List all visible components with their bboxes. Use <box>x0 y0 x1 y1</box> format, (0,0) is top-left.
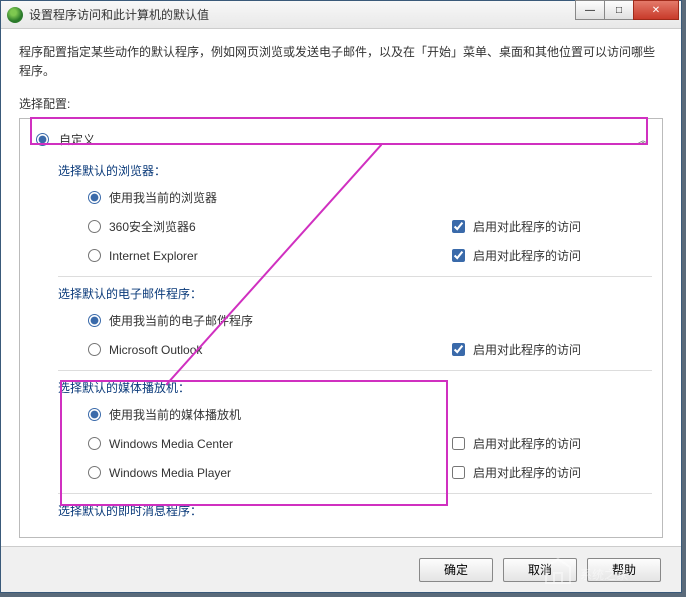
media-opt2-access-checkbox[interactable] <box>452 466 465 479</box>
browser-current-label: 使用我当前的浏览器 <box>109 189 217 206</box>
browser-current-radio[interactable] <box>88 191 101 204</box>
media-current-label: 使用我当前的媒体播放机 <box>109 406 241 423</box>
browser-opt2-label: Internet Explorer <box>109 249 198 263</box>
config-list[interactable]: 自定义 ︽ 选择默认的浏览器： 使用我当前的浏览器 360安全浏览器6 启用对此… <box>19 118 663 538</box>
media-opt1-row: Windows Media Center 启用对此程序的访问 <box>32 429 652 458</box>
browser-current-row: 使用我当前的浏览器 <box>32 183 652 212</box>
media-opt1-radio[interactable] <box>88 437 101 450</box>
media-opt1-access-label: 启用对此程序的访问 <box>473 435 581 452</box>
browser-opt1-row: 360安全浏览器6 启用对此程序的访问 <box>32 212 652 241</box>
media-opt2-row: Windows Media Player 启用对此程序的访问 <box>32 458 652 487</box>
browser-opt2-access-label: 启用对此程序的访问 <box>473 247 581 264</box>
description-text: 程序配置指定某些动作的默认程序，例如网页浏览或发送电子邮件，以及在「开始」菜单、… <box>19 43 663 81</box>
browser-opt1-access-label: 启用对此程序的访问 <box>473 218 581 235</box>
browser-opt2-radio[interactable] <box>88 249 101 262</box>
email-current-label: 使用我当前的电子邮件程序 <box>109 312 253 329</box>
dialog-content: 程序配置指定某些动作的默认程序，例如网页浏览或发送电子邮件，以及在「开始」菜单、… <box>1 29 681 592</box>
email-opt1-radio[interactable] <box>88 343 101 356</box>
media-current-radio[interactable] <box>88 408 101 421</box>
email-opt1-access-checkbox[interactable] <box>452 343 465 356</box>
section-email-title[interactable]: 选择默认的电子邮件程序： <box>32 277 652 306</box>
media-opt1-label: Windows Media Center <box>109 437 233 451</box>
choose-config-label: 选择配置: <box>19 95 663 112</box>
custom-label: 自定义 <box>59 131 95 148</box>
email-current-radio[interactable] <box>88 314 101 327</box>
media-opt2-access-label: 启用对此程序的访问 <box>473 464 581 481</box>
media-current-row: 使用我当前的媒体播放机 <box>32 400 652 429</box>
media-opt1-access-checkbox[interactable] <box>452 437 465 450</box>
email-current-row: 使用我当前的电子邮件程序 <box>32 306 652 335</box>
section-media-title[interactable]: 选择默认的媒体播放机： <box>32 371 652 400</box>
svg-text:系统之家: 系统之家 <box>580 567 628 582</box>
section-browser-title[interactable]: 选择默认的浏览器： <box>32 154 652 183</box>
window-controls: — □ ✕ <box>576 0 679 20</box>
custom-header[interactable]: 自定义 ︽ <box>32 125 652 154</box>
watermark-icon: 系统之家 <box>540 555 680 591</box>
minimize-button[interactable]: — <box>575 0 605 20</box>
email-opt1-row: Microsoft Outlook 启用对此程序的访问 <box>32 335 652 364</box>
ok-button[interactable]: 确定 <box>419 558 493 582</box>
maximize-button[interactable]: □ <box>604 0 634 20</box>
custom-radio[interactable] <box>36 133 49 146</box>
browser-opt1-radio[interactable] <box>88 220 101 233</box>
browser-opt1-access-checkbox[interactable] <box>452 220 465 233</box>
collapse-icon[interactable]: ︽ <box>638 132 648 147</box>
email-opt1-label: Microsoft Outlook <box>109 343 202 357</box>
browser-opt1-label: 360安全浏览器6 <box>109 218 196 235</box>
titlebar: 设置程序访问和此计算机的默认值 — □ ✕ <box>1 1 681 29</box>
app-icon <box>7 7 23 23</box>
browser-opt2-row: Internet Explorer 启用对此程序的访问 <box>32 241 652 270</box>
browser-opt2-access-checkbox[interactable] <box>452 249 465 262</box>
close-button[interactable]: ✕ <box>633 0 679 20</box>
media-opt2-label: Windows Media Player <box>109 466 231 480</box>
media-opt2-radio[interactable] <box>88 466 101 479</box>
dialog-window: 设置程序访问和此计算机的默认值 — □ ✕ 程序配置指定某些动作的默认程序，例如… <box>0 0 682 593</box>
window-title: 设置程序访问和此计算机的默认值 <box>29 6 209 23</box>
section-im-title[interactable]: 选择默认的即时消息程序： <box>32 494 652 523</box>
email-opt1-access-label: 启用对此程序的访问 <box>473 341 581 358</box>
